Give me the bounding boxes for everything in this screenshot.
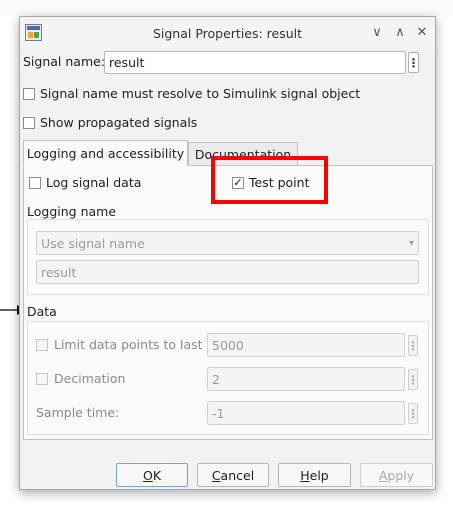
signal-name-input[interactable]: result bbox=[104, 51, 406, 74]
signal-name-value: result bbox=[109, 55, 145, 70]
limit-data-points-options-button[interactable]: ⋮ bbox=[407, 335, 419, 356]
cancel-mnemonic: C bbox=[211, 467, 221, 483]
apply-button[interactable]: Apply bbox=[360, 463, 433, 487]
logging-name-value: result bbox=[41, 264, 77, 280]
limit-data-points-input[interactable]: 5000 bbox=[207, 333, 405, 357]
resolve-signal-object-label: Signal name must resolve to Simulink sig… bbox=[40, 86, 361, 101]
close-icon[interactable]: ✕ bbox=[414, 25, 430, 41]
show-propagated-signals-label: Show propagated signals bbox=[40, 115, 198, 130]
ok-button[interactable]: OK bbox=[116, 463, 188, 487]
more-vertical-icon: ⋮ bbox=[407, 55, 420, 70]
decimation-label: Decimation bbox=[54, 371, 126, 386]
cancel-button[interactable]: Cancel bbox=[197, 463, 269, 487]
log-signal-data-label: Log signal data bbox=[46, 175, 142, 190]
tab-label: Logging and accessibility bbox=[26, 145, 185, 161]
log-signal-data-checkbox[interactable] bbox=[29, 177, 41, 189]
limit-data-points-value: 5000 bbox=[212, 337, 244, 353]
maximize-icon[interactable]: ∧ bbox=[392, 25, 408, 41]
more-vertical-icon: ⋮ bbox=[407, 338, 419, 353]
logging-name-header: Logging name bbox=[27, 204, 117, 219]
limit-data-points-label: Limit data points to last bbox=[54, 337, 203, 352]
more-vertical-icon: ⋮ bbox=[407, 372, 419, 387]
signal-name-options-button[interactable]: ⋮ bbox=[407, 52, 420, 73]
ok-label-rest: K bbox=[152, 467, 162, 483]
desktop-background bbox=[0, 0, 453, 16]
cancel-label-rest: ancel bbox=[220, 467, 255, 483]
resolve-signal-object-checkbox[interactable] bbox=[23, 88, 35, 100]
logging-name-mode-dropdown[interactable]: Use signal name ▾ bbox=[36, 231, 419, 255]
chevron-down-icon: ▾ bbox=[408, 237, 414, 249]
ok-mnemonic: O bbox=[142, 467, 153, 483]
decimation-value: 2 bbox=[212, 371, 220, 387]
highlight-box bbox=[211, 156, 328, 204]
help-mnemonic: H bbox=[300, 467, 310, 483]
show-propagated-signals-checkbox[interactable] bbox=[23, 117, 35, 129]
sample-time-options-button[interactable]: ⋮ bbox=[407, 403, 419, 424]
logging-name-mode-value: Use signal name bbox=[41, 235, 145, 251]
apply-mnemonic: A bbox=[378, 467, 388, 483]
sample-time-label: Sample time: bbox=[36, 405, 120, 420]
apply-label-rest: pply bbox=[387, 467, 415, 483]
minimize-icon[interactable]: ∨ bbox=[369, 25, 385, 41]
more-vertical-icon: ⋮ bbox=[407, 406, 419, 421]
title-bar[interactable]: Signal Properties: result ∨ ∧ ✕ bbox=[20, 17, 435, 50]
decimation-checkbox[interactable] bbox=[36, 373, 48, 385]
help-label-rest: elp bbox=[309, 467, 329, 483]
tab-logging-and-accessibility[interactable]: Logging and accessibility bbox=[23, 140, 188, 166]
logging-name-input[interactable]: result bbox=[36, 260, 419, 284]
sample-time-input[interactable]: -1 bbox=[207, 401, 405, 425]
sample-time-value: -1 bbox=[212, 405, 225, 421]
help-button[interactable]: Help bbox=[278, 463, 351, 487]
data-section-header: Data bbox=[27, 304, 57, 319]
decimation-input[interactable]: 2 bbox=[207, 367, 405, 391]
signal-name-label: Signal name: bbox=[23, 54, 106, 69]
decimation-options-button[interactable]: ⋮ bbox=[407, 369, 419, 390]
signal-properties-dialog: Signal Properties: result ∨ ∧ ✕ Signal n… bbox=[19, 16, 436, 490]
limit-data-points-checkbox[interactable] bbox=[36, 339, 48, 351]
